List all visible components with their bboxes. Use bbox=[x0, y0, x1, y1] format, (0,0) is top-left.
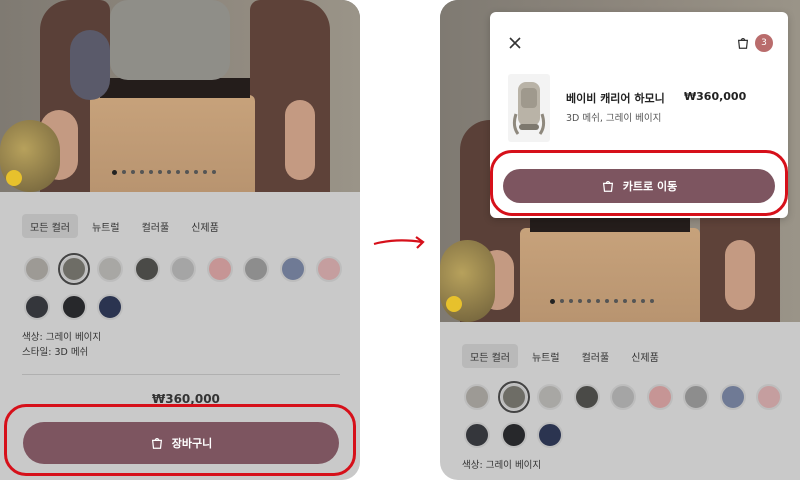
color-swatch[interactable] bbox=[610, 384, 636, 410]
chip-colorful[interactable]: 컬러풀 bbox=[574, 344, 618, 368]
chip-new[interactable]: 신제품 bbox=[183, 214, 227, 238]
carousel-dot[interactable] bbox=[112, 170, 117, 175]
color-swatch[interactable] bbox=[97, 256, 123, 282]
photo-hand-right bbox=[285, 100, 315, 180]
color-swatch[interactable] bbox=[170, 256, 196, 282]
color-filter-chips: 모든 컬러 뉴트럴 컬러풀 신제품 bbox=[22, 214, 227, 238]
carousel-dot[interactable] bbox=[641, 299, 645, 303]
photo-skirt bbox=[520, 228, 700, 322]
carousel-dot[interactable] bbox=[560, 299, 564, 303]
photo-carrier bbox=[110, 0, 230, 80]
photo-skirt bbox=[90, 95, 255, 192]
close-icon[interactable] bbox=[508, 36, 522, 50]
color-filter-chips: 모든 컬러 뉴트럴 컬러풀 신제품 bbox=[462, 344, 667, 368]
color-swatch[interactable] bbox=[537, 384, 563, 410]
color-swatch[interactable] bbox=[57, 253, 90, 285]
divider bbox=[22, 374, 340, 375]
popup-product-options: 3D 메쉬, 그레이 베이지 bbox=[566, 113, 662, 124]
carousel-dot[interactable] bbox=[605, 299, 609, 303]
carousel-dot[interactable] bbox=[167, 170, 171, 174]
carousel-dot[interactable] bbox=[203, 170, 207, 174]
carousel-dot[interactable] bbox=[650, 299, 654, 303]
carousel-dot[interactable] bbox=[578, 299, 582, 303]
arrow-right-icon bbox=[373, 236, 425, 249]
color-swatch-grid bbox=[24, 253, 342, 320]
baby-carrier-image bbox=[512, 82, 546, 135]
color-swatch[interactable] bbox=[464, 384, 490, 410]
carousel-dot[interactable] bbox=[176, 170, 180, 174]
carousel-dots bbox=[550, 299, 654, 304]
selected-color-label: 색상: 그레이 베이지 bbox=[462, 460, 542, 471]
chip-neutral[interactable]: 뉴트럴 bbox=[524, 344, 568, 368]
carousel-dot[interactable] bbox=[140, 170, 144, 174]
go-to-cart-button[interactable]: 카트로 이동 bbox=[503, 169, 775, 203]
add-to-cart-button[interactable]: 장바구니 bbox=[23, 422, 339, 464]
color-swatch[interactable] bbox=[646, 384, 673, 410]
color-swatch[interactable] bbox=[497, 381, 530, 413]
photo-belt bbox=[100, 78, 250, 98]
color-swatch[interactable] bbox=[206, 256, 233, 282]
color-swatch[interactable] bbox=[683, 384, 709, 410]
shopping-bag-icon bbox=[602, 181, 613, 192]
chip-new[interactable]: 신제품 bbox=[623, 344, 667, 368]
stage: 모든 컬러 뉴트럴 컬러풀 신제품 색상: 그레이 베이지 스타일: 3D 메쉬… bbox=[0, 0, 800, 480]
color-swatch[interactable] bbox=[243, 256, 269, 282]
carousel-dot[interactable] bbox=[122, 170, 126, 174]
add-to-cart-label: 장바구니 bbox=[171, 437, 213, 450]
color-swatch[interactable] bbox=[500, 422, 527, 448]
chip-all-colors[interactable]: 모든 컬러 bbox=[22, 214, 78, 238]
shopping-bag-icon[interactable] bbox=[736, 36, 750, 50]
color-swatch[interactable] bbox=[24, 256, 50, 282]
chip-colorful[interactable]: 컬러풀 bbox=[134, 214, 178, 238]
photo-hand-right bbox=[725, 240, 755, 310]
carousel-dot[interactable] bbox=[587, 299, 591, 303]
carousel-dot[interactable] bbox=[596, 299, 600, 303]
chip-all-colors[interactable]: 모든 컬러 bbox=[462, 344, 518, 368]
color-swatch[interactable] bbox=[756, 384, 782, 410]
carousel-dot[interactable] bbox=[614, 299, 618, 303]
color-swatch[interactable] bbox=[316, 256, 342, 282]
popup-product-name: 베이비 캐리어 하모니 bbox=[566, 92, 665, 105]
carousel-dot[interactable] bbox=[569, 299, 573, 303]
carousel-dot[interactable] bbox=[212, 170, 216, 174]
photo-fruit bbox=[446, 296, 462, 312]
color-swatch-grid bbox=[464, 381, 782, 448]
chip-neutral[interactable]: 뉴트럴 bbox=[84, 214, 128, 238]
carousel-dot[interactable] bbox=[149, 170, 153, 174]
photo-fruit bbox=[6, 170, 22, 186]
carousel-dot[interactable] bbox=[185, 170, 189, 174]
color-swatch[interactable] bbox=[537, 422, 563, 448]
color-swatch[interactable] bbox=[97, 294, 123, 320]
color-swatch[interactable] bbox=[279, 256, 306, 282]
selected-style-label: 스타일: 3D 메쉬 bbox=[22, 347, 89, 358]
color-swatch[interactable] bbox=[719, 384, 746, 410]
carousel-dot[interactable] bbox=[194, 170, 198, 174]
carousel-dot[interactable] bbox=[632, 299, 636, 303]
product-photo bbox=[0, 0, 360, 192]
color-swatch[interactable] bbox=[133, 256, 160, 282]
go-to-cart-label: 카트로 이동 bbox=[622, 180, 678, 193]
cart-count-badge: 3 bbox=[755, 34, 773, 52]
carousel-dot[interactable] bbox=[550, 299, 555, 304]
carousel-dot[interactable] bbox=[623, 299, 627, 303]
color-swatch[interactable] bbox=[573, 384, 600, 410]
color-swatch[interactable] bbox=[60, 294, 87, 320]
shopping-bag-icon bbox=[151, 438, 162, 449]
photo-baby-leg bbox=[70, 30, 110, 100]
product-thumbnail bbox=[508, 74, 550, 142]
carousel-dots bbox=[112, 170, 216, 175]
color-swatch[interactable] bbox=[464, 422, 490, 448]
color-swatch[interactable] bbox=[24, 294, 50, 320]
carousel-dot[interactable] bbox=[158, 170, 162, 174]
selected-color-label: 색상: 그레이 베이지 bbox=[22, 332, 102, 343]
popup-product-price: ₩360,000 bbox=[684, 90, 747, 103]
carousel-dot[interactable] bbox=[131, 170, 135, 174]
